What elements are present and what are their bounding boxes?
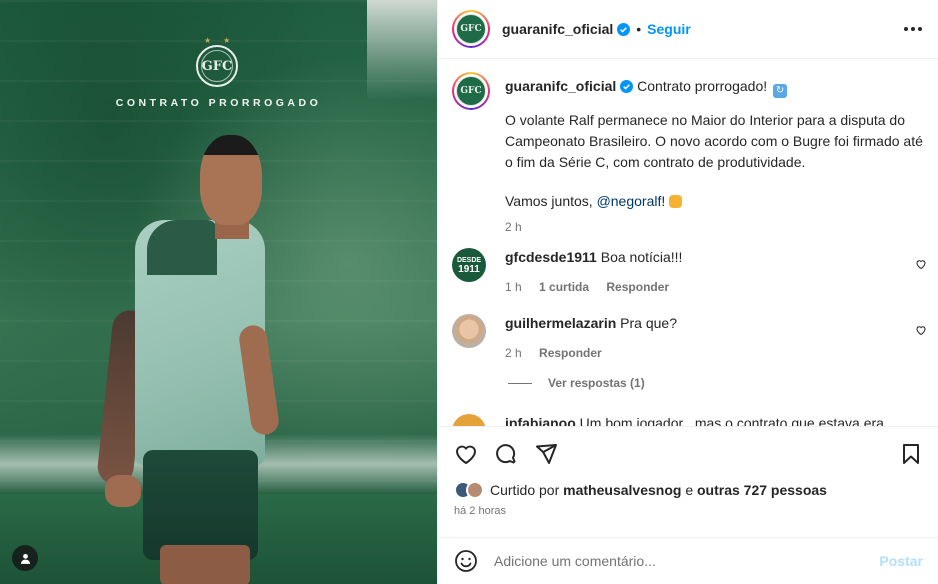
caption-time[interactable]: 2 h xyxy=(505,220,927,234)
caption-closing: Vamos juntos, @negoralf! xyxy=(505,191,927,212)
verified-badge-icon xyxy=(617,22,631,36)
emoji-picker-icon[interactable] xyxy=(454,549,478,573)
view-replies-button[interactable]: Ver respostas (1) xyxy=(508,376,645,390)
header-separator: • xyxy=(636,21,642,37)
comment-item: DESDE 1911 gfcdesde1911 Boa notícia!!! 1… xyxy=(452,248,927,296)
commenter-avatar[interactable] xyxy=(452,314,486,348)
reply-button[interactable]: Responder xyxy=(606,280,669,294)
commenter-username[interactable]: guilhermelazarin xyxy=(505,315,616,331)
comment-likes[interactable]: 1 curtida xyxy=(539,280,589,294)
like-comment-icon[interactable] xyxy=(915,258,927,270)
repeat-emoji-icon: ↻ xyxy=(773,84,788,98)
follow-button[interactable]: Seguir xyxy=(647,21,691,37)
commenter-username[interactable]: gfcdesde1911 xyxy=(505,249,597,265)
mention-link[interactable]: @negoralf xyxy=(597,193,662,209)
more-options-icon[interactable] xyxy=(904,27,922,31)
like-heart-icon[interactable] xyxy=(454,442,478,466)
action-bar xyxy=(438,428,938,480)
comment-input[interactable] xyxy=(494,553,880,569)
likes-others[interactable]: outras 727 pessoas xyxy=(697,482,827,498)
bookmark-save-icon[interactable] xyxy=(899,442,923,466)
tagged-users-icon[interactable] xyxy=(12,545,38,571)
author-username[interactable]: guaranifc_oficial xyxy=(502,21,613,37)
fist-emoji-icon xyxy=(669,195,683,208)
share-send-icon[interactable] xyxy=(534,442,558,466)
crest-stars: ★★ xyxy=(204,36,243,45)
post-comment-button[interactable]: Postar xyxy=(879,553,923,569)
replies-line xyxy=(508,382,532,384)
like-comment-icon[interactable] xyxy=(915,324,927,336)
commenter-avatar[interactable] xyxy=(452,414,486,426)
caption-headline: Contrato prorrogado! xyxy=(637,78,768,94)
media-title: CONTRATO PRORROGADO xyxy=(115,97,322,109)
caption-username[interactable]: guaranifc_oficial xyxy=(505,78,616,94)
comment-item: guilhermelazarin Pra que? 2 h Responder xyxy=(452,314,927,362)
liker-avatars xyxy=(454,481,484,499)
post-panel: GFC guaranifc_oficial • Seguir GFC guara… xyxy=(437,0,938,584)
comment-item: jpfabianoo Um bom jogador , mas o contra… xyxy=(452,414,927,427)
add-comment-bar: Postar xyxy=(438,537,938,584)
post-header: GFC guaranifc_oficial • Seguir xyxy=(438,0,938,59)
comment-text: Um bom jogador , mas o contrato que esta… xyxy=(579,415,884,427)
comment-bubble-icon[interactable] xyxy=(494,442,518,466)
caption-avatar[interactable]: GFC xyxy=(452,72,490,110)
caption: GFC guaranifc_oficial Contrato prorrogad… xyxy=(452,72,927,234)
comment-time[interactable]: 2 h xyxy=(505,346,522,360)
caption-paragraph: O volante Ralf permanece no Maior do Int… xyxy=(505,112,923,170)
verified-badge-icon xyxy=(620,80,634,93)
background-light xyxy=(367,0,437,100)
likes-summary[interactable]: Curtido por matheusalvesnog e outras 727… xyxy=(454,481,827,499)
comment-text: Pra que? xyxy=(620,315,677,331)
author-avatar[interactable]: GFC xyxy=(452,10,490,48)
reply-button[interactable]: Responder xyxy=(539,346,602,360)
comments-list[interactable]: GFC guaranifc_oficial Contrato prorrogad… xyxy=(438,60,938,427)
crest-letters: GFC xyxy=(201,58,233,74)
club-crest: GFC xyxy=(196,45,238,87)
player-photo xyxy=(95,125,285,584)
post-image[interactable]: ★★ GFC CONTRATO PRORROGADO xyxy=(0,0,437,584)
comment-time[interactable]: 1 h xyxy=(505,280,522,294)
commenter-avatar[interactable]: DESDE 1911 xyxy=(452,248,486,282)
club-logo-icon: GFC xyxy=(456,14,486,44)
comment-text: Boa notícia!!! xyxy=(600,249,683,265)
commenter-username[interactable]: jpfabianoo xyxy=(505,415,576,426)
club-logo-icon: GFC xyxy=(456,76,486,106)
liker-username[interactable]: matheusalvesnog xyxy=(563,482,681,498)
post-timestamp[interactable]: há 2 horas xyxy=(454,505,506,517)
